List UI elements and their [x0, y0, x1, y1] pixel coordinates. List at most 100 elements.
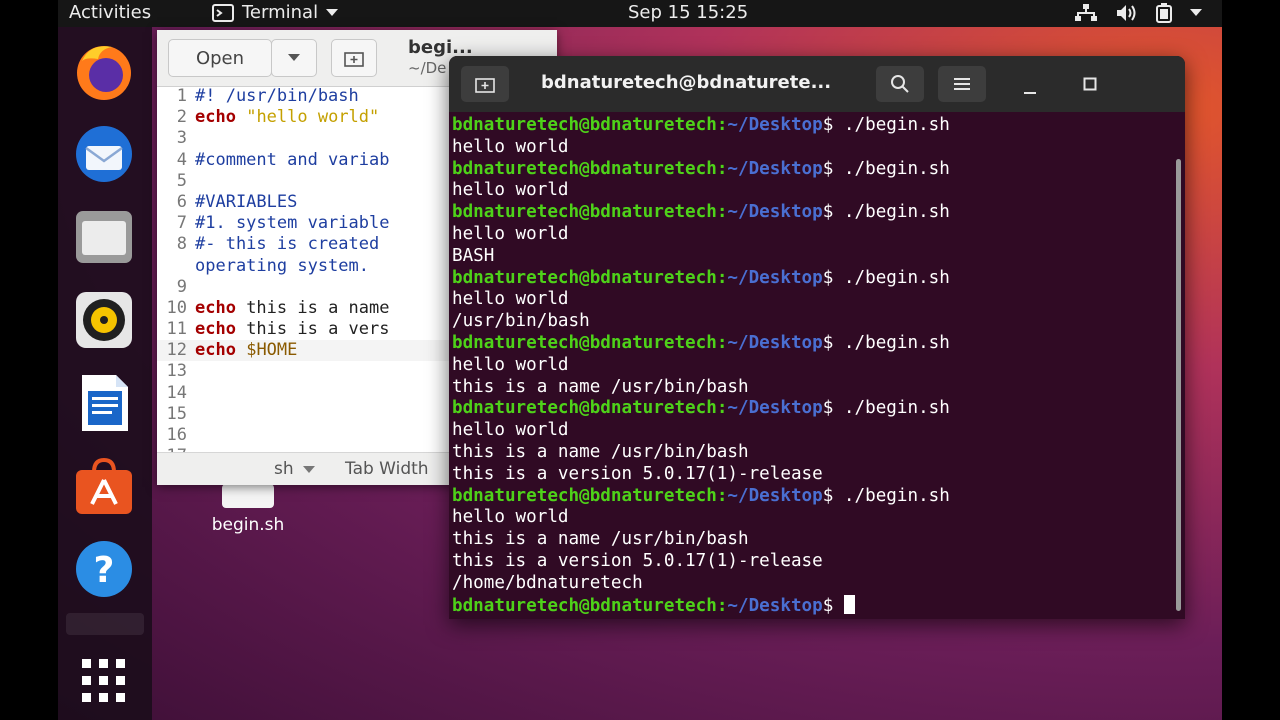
maximize-button[interactable] [1083, 76, 1097, 95]
terminal-output[interactable]: bdnaturetech@bdnaturetech:~/Desktop$ ./b… [452, 115, 1152, 616]
new-document-button[interactable] [331, 39, 377, 77]
app-menu[interactable]: Terminal [212, 2, 339, 23]
code-text: #- this is created [195, 234, 389, 255]
text-cursor [843, 594, 855, 614]
top-bar: Activities Terminal Sep 15 15:25 [58, 0, 1222, 27]
line-number: 3 [176, 128, 187, 149]
help-icon: ? [76, 541, 132, 597]
dock-libreoffice-writer[interactable] [70, 369, 138, 437]
new-tab-button[interactable] [461, 66, 509, 102]
dock-separator [66, 613, 144, 635]
terminal-window: bdnaturetech@bdnaturete... bdnaturetech@… [449, 56, 1185, 619]
code-text: #comment and variab [195, 150, 389, 171]
line-number: 12 [166, 340, 187, 361]
output-line: hello world [452, 136, 569, 157]
command-text: ./begin.sh [833, 115, 950, 135]
script-file-icon [222, 484, 274, 508]
line-number: 6 [176, 191, 187, 212]
prompt-symbol: $ [822, 202, 834, 223]
dock: ? [58, 27, 152, 720]
open-menu-button[interactable] [271, 39, 317, 77]
minimize-button[interactable] [1023, 80, 1037, 99]
language-selector[interactable]: sh [274, 459, 316, 479]
code-token: "hello world" [246, 107, 390, 128]
prompt-colon: : [716, 115, 728, 135]
editor-title: begi... [408, 37, 473, 58]
output-line: this is a version 5.0.17(1)-release [452, 463, 823, 484]
line-number: 13 [166, 361, 187, 382]
code-token: #! /usr/bin/bash [195, 86, 359, 106]
desktop: Activities Terminal Sep 15 15:25 ? begin… [58, 0, 1222, 720]
dock-rhythmbox[interactable] [70, 286, 138, 354]
desktop-file-icon[interactable]: begin.sh [198, 484, 298, 535]
prompt-colon: : [716, 595, 728, 616]
prompt-symbol: $ [822, 485, 834, 506]
prompt-colon: : [716, 267, 728, 288]
dock-files[interactable] [70, 203, 138, 271]
tab-width-selector[interactable]: Tab Width [345, 459, 429, 479]
chevron-down-icon [303, 466, 316, 473]
code-token: operating system. [195, 255, 369, 276]
code-token: #comment and variab [195, 149, 390, 170]
prompt-user: bdnaturetech@bdnaturetech [452, 202, 717, 223]
output-line: hello world [452, 289, 569, 310]
line-number: 16 [166, 425, 187, 445]
system-tray[interactable] [1074, 3, 1202, 23]
chevron-down-icon [288, 54, 300, 61]
code-token: #- this is created [195, 234, 390, 255]
open-button[interactable]: Open [168, 39, 272, 77]
hamburger-menu-icon [954, 78, 970, 90]
output-line: hello world [452, 354, 569, 375]
prompt-line: bdnaturetech@bdnaturetech:~/Desktop$ ./b… [452, 159, 1152, 181]
code-text: echo "hello world" [195, 107, 390, 128]
prompt-user: bdnaturetech@bdnaturetech [452, 398, 717, 419]
dock-thunderbird[interactable] [70, 120, 138, 188]
volume-icon [1117, 5, 1136, 21]
dock-help[interactable]: ? [70, 535, 138, 603]
prompt-path: ~/Desktop [727, 158, 823, 179]
code-token: echo [195, 319, 236, 340]
line-number: 9 [176, 276, 187, 297]
search-icon [891, 75, 909, 93]
code-text: echo $HOME [195, 340, 297, 361]
output-line: this is a name /usr/bin/bash [452, 529, 749, 550]
rhythmbox-icon [76, 292, 132, 348]
clock[interactable]: Sep 15 15:25 [628, 2, 748, 23]
svg-text:?: ? [94, 550, 115, 591]
search-button[interactable] [876, 66, 924, 102]
dock-software[interactable] [70, 452, 138, 520]
command-text: ./begin.sh [833, 485, 950, 506]
output-line: hello world [452, 180, 569, 201]
thunderbird-icon [76, 126, 132, 182]
output-line: hello world [452, 223, 569, 244]
code-token: this is a name [235, 297, 390, 318]
prompt-path: ~/Desktop [727, 332, 823, 353]
prompt-line: bdnaturetech@bdnaturetech:~/Desktop$ ./b… [452, 486, 1152, 508]
chevron-down-icon [326, 8, 339, 16]
new-tab-icon [344, 52, 364, 67]
code-token: echo [195, 107, 236, 128]
output-line: hello world [452, 507, 569, 528]
open-button-label: Open [195, 47, 245, 69]
prompt-user: bdnaturetech@bdnaturetech [452, 115, 717, 135]
command-text: ./begin.sh [833, 332, 950, 353]
terminal-title: bdnaturetech@bdnaturete... [541, 72, 832, 93]
prompt-user: bdnaturetech@bdnaturetech [452, 267, 717, 288]
libreoffice-writer-icon [82, 375, 128, 431]
line-number: 4 [176, 149, 187, 170]
dock-firefox[interactable] [70, 37, 138, 105]
dock-show-applications[interactable] [70, 647, 138, 715]
software-icon [76, 457, 132, 514]
line-number: 11 [166, 319, 187, 340]
code-token: $HOME [246, 340, 298, 361]
battery-icon [1156, 3, 1172, 23]
output-line: this is a name /usr/bin/bash [452, 376, 749, 397]
terminal-scrollbar[interactable] [1176, 159, 1181, 611]
prompt-line: bdnaturetech@bdnaturetech:~/Desktop$ ./b… [452, 115, 1152, 137]
activities-button[interactable]: Activities [69, 2, 151, 23]
prompt-line: bdnaturetech@bdnaturetech:~/Desktop$ [452, 594, 1152, 617]
prompt-user: bdnaturetech@bdnaturetech [452, 485, 717, 506]
output-line: BASH [452, 245, 495, 266]
menu-button[interactable] [938, 66, 986, 102]
